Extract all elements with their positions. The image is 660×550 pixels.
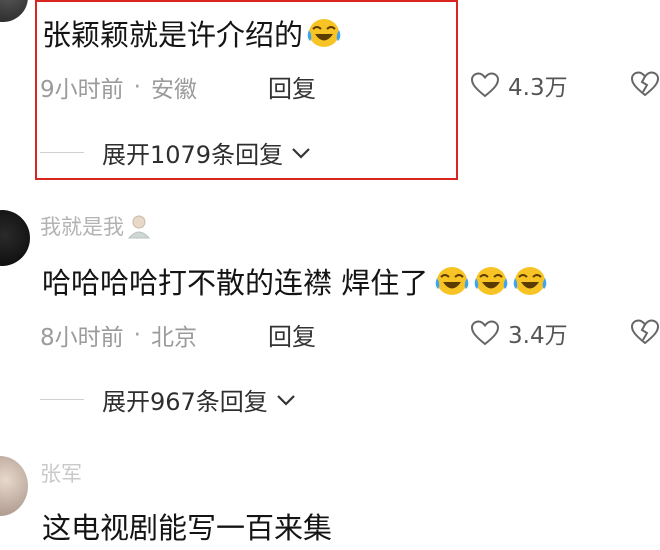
broken-heart-icon[interactable]: [630, 70, 660, 98]
comment-text[interactable]: 哈哈哈哈打不散的连襟 焊住了: [42, 260, 548, 302]
expand-replies-button[interactable]: 展开1079条回复: [40, 135, 311, 170]
comment-meta: 9小时前 · 安徽: [40, 70, 197, 104]
comment-text[interactable]: 张颖颖就是许介绍的: [42, 12, 342, 54]
meta-separator: ·: [133, 322, 141, 348]
comment-username[interactable]: 张军: [40, 458, 82, 488]
username-label: 我就是我: [40, 215, 124, 239]
laughing-crying-emoji: [307, 19, 341, 47]
expand-replies-label: 展开1079条回复: [102, 141, 284, 169]
divider-line: [40, 152, 84, 153]
comment-time: 8小时前: [40, 325, 124, 351]
expand-replies-label: 展开967条回复: [102, 388, 268, 416]
divider-line: [40, 399, 84, 400]
comment-location: 北京: [150, 325, 197, 351]
username-label: 张军: [40, 462, 82, 486]
comment-username[interactable]: 我就是我: [40, 211, 152, 241]
chevron-down-icon: [292, 147, 310, 159]
avatar[interactable]: [0, 210, 30, 266]
comment-time: 9小时前: [40, 77, 124, 103]
heart-outline-icon: [470, 320, 500, 346]
meta-separator: ·: [133, 74, 141, 100]
expand-replies-button[interactable]: 展开967条回复: [40, 382, 296, 417]
comment-text[interactable]: 这电视剧能写一百来集: [42, 505, 332, 547]
comment-text-content: 哈哈哈哈打不散的连襟 焊住了: [42, 266, 429, 300]
reply-button[interactable]: 回复: [268, 69, 316, 104]
avatar[interactable]: [0, 0, 28, 22]
avatar[interactable]: [0, 456, 28, 516]
chevron-down-icon: [277, 394, 295, 406]
like-button[interactable]: 3.4万: [470, 316, 568, 350]
comment-location: 安徽: [150, 77, 197, 103]
like-button[interactable]: 4.3万: [470, 68, 568, 102]
comment-meta: 8小时前 · 北京: [40, 318, 197, 352]
laughing-crying-emoji: [435, 267, 469, 295]
like-count: 3.4万: [508, 323, 568, 349]
comment-text-content: 张颖颖就是许介绍的: [42, 18, 304, 52]
reply-button[interactable]: 回复: [268, 317, 316, 352]
broken-heart-icon[interactable]: [630, 318, 660, 346]
comment-text-content: 这电视剧能写一百来集: [42, 511, 333, 545]
laughing-crying-emoji: [474, 267, 508, 295]
user-emoji: [127, 215, 151, 239]
like-count: 4.3万: [508, 75, 568, 101]
heart-outline-icon: [470, 72, 500, 98]
laughing-crying-emoji: [513, 267, 547, 295]
